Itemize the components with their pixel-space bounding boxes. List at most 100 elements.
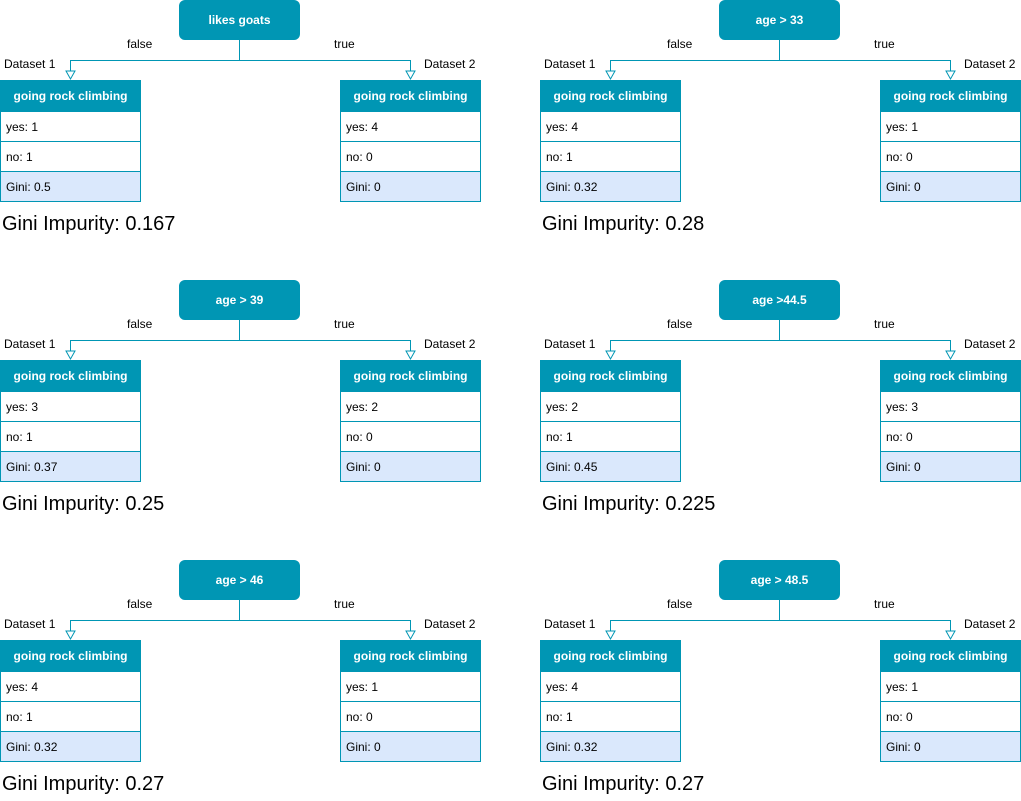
dataset-2-label: Dataset 2 (964, 337, 1016, 351)
yes-count: yes: 1 (341, 671, 480, 701)
gini-impurity: Gini Impurity: 0.28 (542, 213, 705, 235)
table-header: going rock climbing (881, 641, 1020, 671)
split-condition-node: age > 39 (179, 280, 300, 320)
yes-count: yes: 4 (341, 111, 480, 141)
false-branch-label: false (127, 37, 153, 51)
left-dataset-table: going rock climbing yes: 4 no: 1 Gini: 0… (540, 80, 681, 202)
dataset-2-label: Dataset 2 (424, 337, 476, 351)
true-branch-label: true (334, 37, 355, 51)
dataset-1-label: Dataset 1 (544, 337, 596, 351)
no-count: no: 0 (881, 141, 1020, 171)
connector-line (70, 40, 411, 71)
split-condition-node: likes goats (179, 0, 300, 40)
gini-value: Gini: 0 (341, 451, 480, 481)
connector-line (610, 600, 951, 631)
no-count: no: 1 (541, 701, 680, 731)
yes-count: yes: 4 (541, 671, 680, 701)
split-condition-node: age > 33 (719, 0, 840, 40)
no-count: no: 0 (341, 141, 480, 171)
split-panel: age >44.5 false true Dataset 1 Dataset 2… (540, 280, 1021, 520)
gini-impurity: Gini Impurity: 0.27 (2, 773, 165, 795)
left-dataset-table: going rock climbing yes: 1 no: 1 Gini: 0… (0, 80, 141, 202)
dataset-2-label: Dataset 2 (424, 57, 476, 71)
table-header: going rock climbing (341, 361, 480, 391)
true-branch-label: true (874, 317, 895, 331)
split-condition-node: age >44.5 (719, 280, 840, 320)
gini-impurity: Gini Impurity: 0.27 (542, 773, 705, 795)
no-count: no: 1 (541, 141, 680, 171)
right-dataset-table: going rock climbing yes: 4 no: 0 Gini: 0 (340, 80, 481, 202)
gini-impurity: Gini Impurity: 0.167 (2, 213, 176, 235)
arrow-right-icon (405, 350, 416, 361)
true-branch-label: true (874, 37, 895, 51)
arrow-left-icon (605, 350, 616, 361)
no-count: no: 1 (1, 701, 140, 731)
true-branch-label: true (334, 597, 355, 611)
connector-line (70, 600, 411, 631)
dataset-2-label: Dataset 2 (964, 57, 1016, 71)
connector-line (610, 320, 951, 351)
table-header: going rock climbing (1, 81, 140, 111)
dataset-1-label: Dataset 1 (4, 617, 56, 631)
right-dataset-table: going rock climbing yes: 3 no: 0 Gini: 0 (880, 360, 1021, 482)
gini-value: Gini: 0.32 (1, 731, 140, 761)
dataset-1-label: Dataset 1 (544, 57, 596, 71)
gini-value: Gini: 0.37 (1, 451, 140, 481)
split-panel: age > 48.5 false true Dataset 1 Dataset … (540, 560, 1021, 800)
left-dataset-table: going rock climbing yes: 3 no: 1 Gini: 0… (0, 360, 141, 482)
table-header: going rock climbing (541, 361, 680, 391)
gini-value: Gini: 0.32 (541, 171, 680, 201)
split-panel: likes goats false true Dataset 1 Dataset… (0, 0, 481, 240)
gini-value: Gini: 0 (341, 171, 480, 201)
yes-count: yes: 1 (881, 111, 1020, 141)
yes-count: yes: 4 (1, 671, 140, 701)
arrow-left-icon (605, 630, 616, 641)
arrow-right-icon (405, 630, 416, 641)
gini-value: Gini: 0.5 (1, 171, 140, 201)
split-condition-node: age > 48.5 (719, 560, 840, 600)
false-branch-label: false (667, 317, 693, 331)
arrow-left-icon (605, 70, 616, 81)
dataset-1-label: Dataset 1 (544, 617, 596, 631)
table-header: going rock climbing (541, 81, 680, 111)
false-branch-label: false (127, 597, 153, 611)
table-header: going rock climbing (881, 81, 1020, 111)
gini-value: Gini: 0.32 (541, 731, 680, 761)
yes-count: yes: 3 (881, 391, 1020, 421)
no-count: no: 0 (341, 421, 480, 451)
gini-value: Gini: 0 (881, 731, 1020, 761)
arrow-right-icon (945, 630, 956, 641)
right-dataset-table: going rock climbing yes: 1 no: 0 Gini: 0 (880, 640, 1021, 762)
gini-impurity: Gini Impurity: 0.25 (2, 493, 165, 515)
yes-count: yes: 4 (541, 111, 680, 141)
arrow-right-icon (945, 350, 956, 361)
no-count: no: 0 (881, 701, 1020, 731)
no-count: no: 0 (341, 701, 480, 731)
arrow-right-icon (945, 70, 956, 81)
table-header: going rock climbing (881, 361, 1020, 391)
connector-line (70, 320, 411, 351)
gini-impurity: Gini Impurity: 0.225 (542, 493, 716, 515)
split-panel: age > 46 false true Dataset 1 Dataset 2 … (0, 560, 481, 800)
no-count: no: 1 (1, 421, 140, 451)
arrow-left-icon (65, 350, 76, 361)
no-count: no: 1 (1, 141, 140, 171)
dataset-2-label: Dataset 2 (964, 617, 1016, 631)
table-header: going rock climbing (341, 641, 480, 671)
true-branch-label: true (334, 317, 355, 331)
no-count: no: 0 (881, 421, 1020, 451)
right-dataset-table: going rock climbing yes: 2 no: 0 Gini: 0 (340, 360, 481, 482)
false-branch-label: false (667, 597, 693, 611)
gini-value: Gini: 0 (881, 451, 1020, 481)
gini-value: Gini: 0.45 (541, 451, 680, 481)
yes-count: yes: 1 (1, 111, 140, 141)
connector-line (610, 40, 951, 71)
false-branch-label: false (667, 37, 693, 51)
dataset-1-label: Dataset 1 (4, 57, 56, 71)
split-panel: age > 39 false true Dataset 1 Dataset 2 … (0, 280, 481, 520)
yes-count: yes: 1 (881, 671, 1020, 701)
false-branch-label: false (127, 317, 153, 331)
left-dataset-table: going rock climbing yes: 4 no: 1 Gini: 0… (0, 640, 141, 762)
right-dataset-table: going rock climbing yes: 1 no: 0 Gini: 0 (340, 640, 481, 762)
right-dataset-table: going rock climbing yes: 1 no: 0 Gini: 0 (880, 80, 1021, 202)
